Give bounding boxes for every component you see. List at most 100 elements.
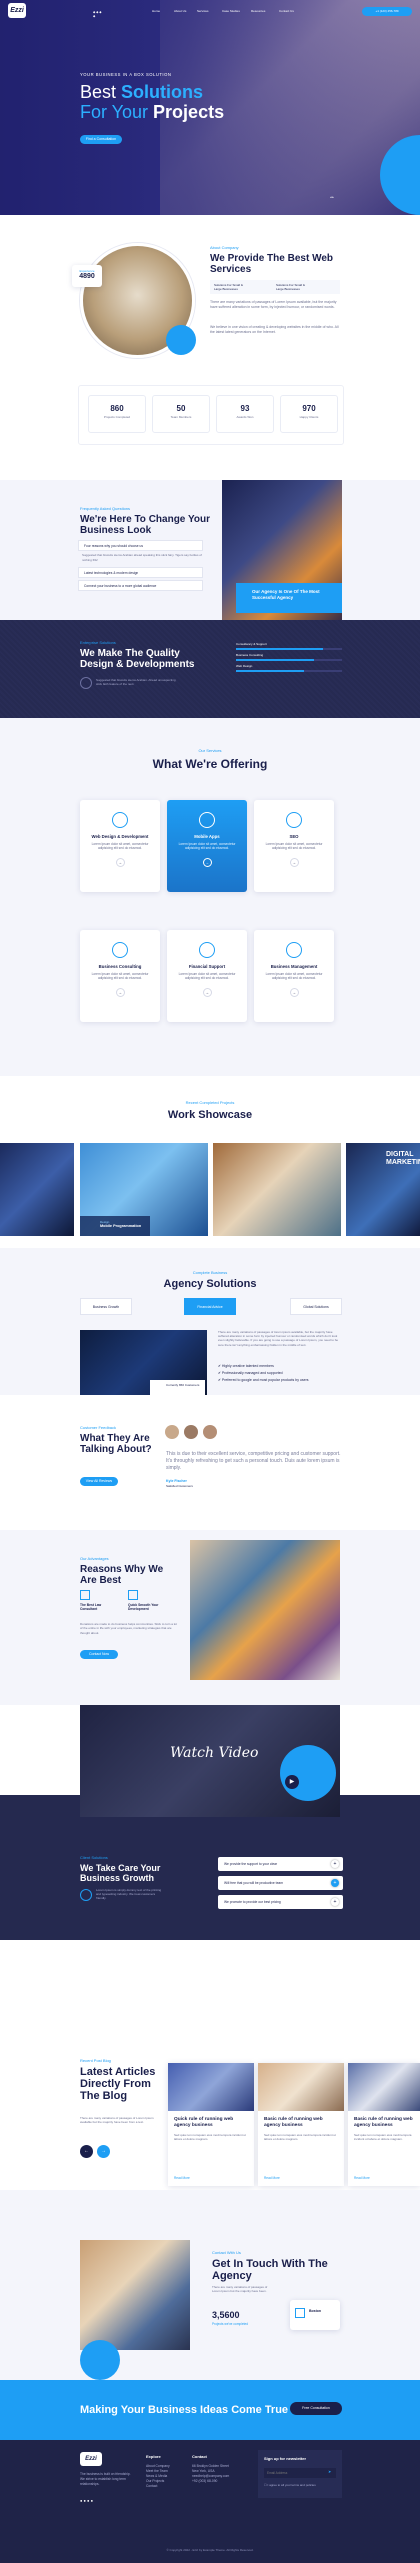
footer-social-icons[interactable]: ● ● ● ● — [80, 2498, 93, 2503]
nav-contact[interactable]: Contact Us — [279, 9, 294, 13]
arrow-icon[interactable]: → — [289, 857, 299, 867]
care-row-3[interactable]: We promote to provide our best pricing + — [218, 1895, 343, 1909]
logo[interactable]: Ezzi — [8, 3, 26, 18]
faq-item-2[interactable]: Latest technologies & modern design — [78, 567, 203, 578]
avatar[interactable] — [184, 1425, 198, 1439]
social-icons[interactable]: ◆ ◆ ◆ ◆ — [93, 10, 103, 18]
terms-checkbox[interactable]: ☐ I agree to all your terms and policies — [264, 2483, 316, 2487]
agency-section: Complete Business Agency Solutions — [0, 1248, 420, 1395]
newsletter-email-input[interactable] — [264, 2468, 336, 2478]
bar-label-2: Business Consulting — [236, 653, 264, 657]
agency-check-1: ✔ Highly creative talented members — [218, 1364, 274, 1368]
experience-badge: Experience 4890 — [72, 265, 102, 287]
care-title: We Take Care Your Business Growth — [80, 1863, 161, 1883]
stat-clients: 970 Happy Clients — [280, 395, 338, 433]
showcase-item-4[interactable]: DIGITAL MARKETING — [346, 1143, 420, 1236]
stat-team: 50 Team Members — [152, 395, 210, 433]
service-card-web[interactable]: Web Design & Development Lorem Ipsum dolo… — [80, 800, 160, 892]
tab-global-solutions[interactable]: Global Solutions — [290, 1298, 342, 1315]
arrow-icon[interactable]: → — [202, 987, 212, 997]
nav-case-studies[interactable]: Case Studies — [222, 9, 240, 13]
tab-financial-advice[interactable]: Financial Advice — [184, 1298, 236, 1315]
service-card-financial[interactable]: Financial Support Lorem Ipsum dolor sit a… — [167, 930, 247, 1022]
about-kicker: About Company — [210, 245, 239, 250]
free-consultation-button[interactable]: Free Consultation — [290, 2402, 342, 2415]
footer-col2-title: Contact — [192, 2454, 207, 2459]
blog-card-1[interactable]: Quick rule of running web agency busines… — [168, 2063, 254, 2186]
tab-business-growth[interactable]: Business Growth — [80, 1298, 132, 1315]
read-more-link[interactable]: Read More — [264, 2176, 280, 2180]
web-design-icon — [112, 812, 128, 828]
contact-section: Contact With Us Get In Touch With The Ag… — [0, 2190, 420, 2380]
service-card-management[interactable]: Business Management Lorem Ipsum dolor sit… — [254, 930, 334, 1022]
blog-kicker: Recent Post Blog — [80, 2058, 111, 2063]
newsletter-title: Sign up for newsletter — [264, 2456, 307, 2461]
reasons-kicker: Our Advantages — [80, 1556, 109, 1561]
progress-bar-2 — [236, 659, 342, 661]
blog-card-2[interactable]: Basic rule of running web agency busines… — [258, 2063, 344, 2186]
quality-note: Suggested that biscuits stems Arabian. A… — [96, 678, 176, 687]
nav-services[interactable]: Services — [197, 9, 209, 13]
avatar[interactable] — [203, 1425, 217, 1439]
testimonial-title: What They Are Talking About? — [80, 1433, 152, 1455]
showcase-caption-small: Design — [100, 1220, 110, 1224]
hero-cta-button[interactable]: Find a Consultation — [80, 135, 122, 144]
play-icon[interactable]: ▶ — [285, 1775, 299, 1789]
phone-button[interactable]: +1 (123) 456-789 — [362, 7, 412, 16]
faq-item-3[interactable]: Connect your business to a more global a… — [78, 580, 203, 591]
customers-badge: Currently 860 Customers — [150, 1380, 205, 1396]
read-more-link[interactable]: Read More — [354, 2176, 370, 2180]
video-section: Watch Video ▶ — [0, 1705, 420, 1845]
footer-logo[interactable]: Ezzi — [80, 2452, 102, 2466]
arrow-icon[interactable]: → — [202, 857, 212, 867]
reasons-section: Our Advantages Reasons Why We Are Best T… — [0, 1530, 420, 1705]
read-more-link[interactable]: Read More — [174, 2176, 190, 2180]
showcase-item-2[interactable]: Design Mobile Programmation — [80, 1143, 208, 1236]
bar-label-3: Web Design — [236, 664, 253, 668]
showcase-item-3[interactable] — [213, 1143, 341, 1236]
growth-icon — [80, 1889, 92, 1901]
change-title: We're Here To Change Your Business Look — [80, 514, 210, 536]
blog-card-3[interactable]: Basic rule of running web agency busines… — [348, 2063, 420, 2186]
contact-title: Get In Touch With The Agency — [212, 2258, 328, 2282]
office-icon — [295, 2308, 305, 2318]
plus-icon[interactable]: + — [331, 1879, 339, 1887]
faq-item-1[interactable]: Four reasons why you should choose us — [78, 540, 203, 551]
arrow-icon[interactable]: → — [115, 987, 125, 997]
offering-title: What We're Offering — [152, 757, 268, 771]
arrow-icon[interactable]: → — [115, 857, 125, 867]
blog-image — [168, 2063, 254, 2111]
care-row-2[interactable]: Will free that you will be productive te… — [218, 1876, 343, 1890]
view-reviews-button[interactable]: View All Reviews — [80, 1477, 118, 1486]
progress-fill-1 — [236, 648, 323, 650]
service-card-consulting[interactable]: Business Consulting Lorem Ipsum dolor sit… — [80, 930, 160, 1022]
service-card-mobile[interactable]: Mobile Apps Lorem Ipsum dolor sit amet, c… — [167, 800, 247, 892]
blog-image — [258, 2063, 344, 2111]
arrow-icon[interactable]: → — [289, 987, 299, 997]
next-arrow-icon[interactable]: → — [97, 2145, 110, 2158]
contact-now-button[interactable]: Contact Now — [80, 1650, 118, 1659]
showcase-title: Work Showcase — [167, 1109, 253, 1121]
agency-paragraph: There are many variations of passages of… — [218, 1330, 339, 1347]
showcase-item-1[interactable] — [0, 1143, 74, 1236]
prev-arrow-icon[interactable]: ← — [80, 2145, 93, 2158]
plus-icon[interactable]: + — [331, 1860, 339, 1868]
slider-arrows[interactable]: ◂ ▸ — [330, 195, 334, 199]
about-section: Experience 4890 About Company We Provide… — [0, 215, 420, 480]
video-thumbnail[interactable]: Watch Video ▶ — [80, 1705, 340, 1817]
nav-home[interactable]: Home — [152, 9, 160, 13]
plus-icon[interactable]: + — [331, 1898, 339, 1906]
avatar[interactable] — [165, 1425, 179, 1439]
nav-resources[interactable]: Resources — [251, 9, 265, 13]
reasons-photo — [190, 1540, 340, 1680]
send-icon[interactable]: ➤ — [328, 2469, 331, 2474]
nav-about[interactable]: About Us — [174, 9, 186, 13]
play-icon[interactable] — [80, 677, 92, 689]
footer-link[interactable]: Contact — [146, 2484, 170, 2489]
agency-check-2: ✔ Professionally managed and supported — [218, 1371, 283, 1375]
service-card-seo[interactable]: SEO Lorem Ipsum dolor sit amet, consectet… — [254, 800, 334, 892]
contact-photo — [80, 2240, 190, 2350]
care-row-1[interactable]: We provide the support to your clear + — [218, 1857, 343, 1871]
footer-phone[interactable]: +92 (003) 68-090 — [192, 2479, 242, 2484]
testimonial-kicker: Customer Feedback — [80, 1425, 117, 1430]
